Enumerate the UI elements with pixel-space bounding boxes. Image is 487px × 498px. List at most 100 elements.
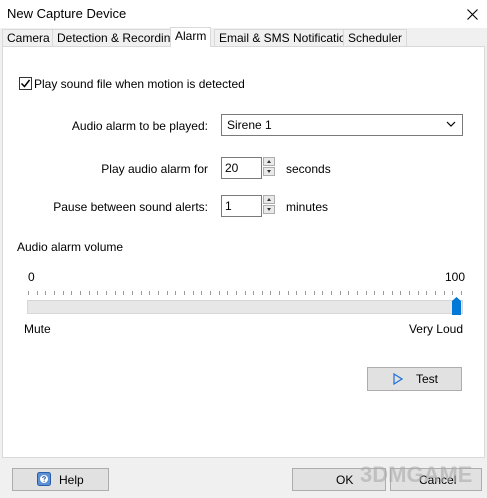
volume-tick — [444, 291, 445, 295]
volume-tick — [374, 291, 375, 295]
volume-tick — [461, 291, 462, 295]
volume-tick — [210, 291, 211, 295]
volume-tick — [392, 291, 393, 295]
volume-tick — [193, 291, 194, 295]
help-button[interactable]: Help — [12, 468, 109, 491]
volume-tick — [167, 291, 168, 295]
play-icon — [393, 373, 403, 385]
title-bar: New Capture Device — [0, 0, 487, 28]
volume-tick — [253, 291, 254, 295]
volume-ticks — [28, 291, 462, 295]
volume-tick — [227, 291, 228, 295]
volume-tick — [262, 291, 263, 295]
volume-tick — [219, 291, 220, 295]
volume-tick — [409, 291, 410, 295]
arrow-down-icon — [267, 170, 271, 173]
volume-tick — [37, 291, 38, 295]
volume-tick — [288, 291, 289, 295]
pause-input[interactable]: 1 — [221, 195, 262, 217]
tab-detection-recording[interactable]: Detection & Recording — [52, 29, 183, 46]
volume-tick — [400, 291, 401, 295]
volume-tick — [158, 291, 159, 295]
tab-camera[interactable]: Camera — [2, 29, 55, 46]
pause-unit: minutes — [286, 200, 329, 214]
volume-tick — [123, 291, 124, 295]
volume-tick — [115, 291, 116, 295]
volume-tick — [201, 291, 202, 295]
volume-tick — [418, 291, 419, 295]
arrow-up-icon — [267, 198, 271, 201]
volume-tick — [141, 291, 142, 295]
play-for-label: Play audio alarm for — [101, 162, 208, 176]
very-loud-caption: Very Loud — [408, 322, 463, 336]
volume-tick — [426, 291, 427, 295]
checkmark-icon — [20, 79, 31, 88]
arrow-down-icon — [267, 208, 271, 211]
play-for-up-button[interactable] — [263, 157, 275, 166]
pause-up-button[interactable] — [263, 195, 275, 204]
mute-caption: Mute — [24, 322, 51, 336]
play-sound-label: Play sound file when motion is detected — [34, 77, 245, 91]
volume-slider[interactable] — [27, 300, 463, 314]
volume-tick — [132, 291, 133, 295]
volume-slider-thumb[interactable] — [452, 297, 461, 315]
test-label: Test — [416, 372, 439, 386]
pause-stepper[interactable] — [263, 195, 275, 215]
volume-tick — [236, 291, 237, 295]
pause-label: Pause between sound alerts: — [53, 200, 208, 214]
volume-tick — [175, 291, 176, 295]
play-for-unit: seconds — [286, 162, 331, 176]
volume-tick — [296, 291, 297, 295]
volume-tick — [54, 291, 55, 295]
alarm-panel: Play sound file when motion is detected … — [2, 46, 485, 458]
play-sound-checkbox[interactable] — [19, 77, 32, 90]
ok-button[interactable]: OK — [292, 468, 386, 491]
volume-tick — [331, 291, 332, 295]
pause-down-button[interactable] — [263, 205, 275, 214]
volume-tick — [63, 291, 64, 295]
play-for-value: 20 — [225, 161, 239, 175]
volume-label: Audio alarm volume — [17, 240, 124, 254]
volume-tick — [435, 291, 436, 295]
volume-tick — [279, 291, 280, 295]
audio-alarm-label: Audio alarm to be played: — [71, 119, 208, 133]
volume-max-label: 100 — [444, 270, 465, 284]
play-for-input[interactable]: 20 — [221, 157, 262, 179]
volume-tick — [89, 291, 90, 295]
volume-tick — [184, 291, 185, 295]
arrow-up-icon — [267, 160, 271, 163]
volume-tick — [97, 291, 98, 295]
volume-tick — [348, 291, 349, 295]
tab-alarm[interactable]: Alarm — [170, 27, 212, 47]
close-button[interactable] — [457, 0, 487, 28]
volume-tick — [340, 291, 341, 295]
volume-tick — [45, 291, 46, 295]
chevron-down-icon — [446, 121, 456, 127]
volume-min-label: 0 — [28, 270, 35, 284]
play-for-down-button[interactable] — [263, 167, 275, 176]
volume-tick — [270, 291, 271, 295]
audio-alarm-select[interactable]: Sirene 1 — [221, 114, 463, 136]
play-for-stepper[interactable] — [263, 157, 275, 177]
volume-tick — [322, 291, 323, 295]
volume-tick — [366, 291, 367, 295]
volume-tick — [314, 291, 315, 295]
cancel-label: Cancel — [419, 473, 457, 487]
tab-email-sms[interactable]: Email & SMS Notifications — [214, 29, 364, 46]
audio-alarm-value: Sirene 1 — [227, 118, 272, 132]
volume-tick — [357, 291, 358, 295]
volume-tick — [245, 291, 246, 295]
volume-tick — [28, 291, 29, 295]
volume-tick — [383, 291, 384, 295]
test-button[interactable]: Test — [367, 367, 462, 391]
tab-scheduler[interactable]: Scheduler — [343, 29, 408, 46]
window-title: New Capture Device — [7, 6, 127, 21]
cancel-button[interactable]: Cancel — [390, 468, 482, 491]
pause-value: 1 — [225, 199, 232, 213]
volume-tick — [71, 291, 72, 295]
help-label: Help — [59, 473, 84, 487]
ok-label: OK — [336, 473, 354, 487]
volume-tick — [305, 291, 306, 295]
volume-tick — [452, 291, 453, 295]
volume-tick — [106, 291, 107, 295]
